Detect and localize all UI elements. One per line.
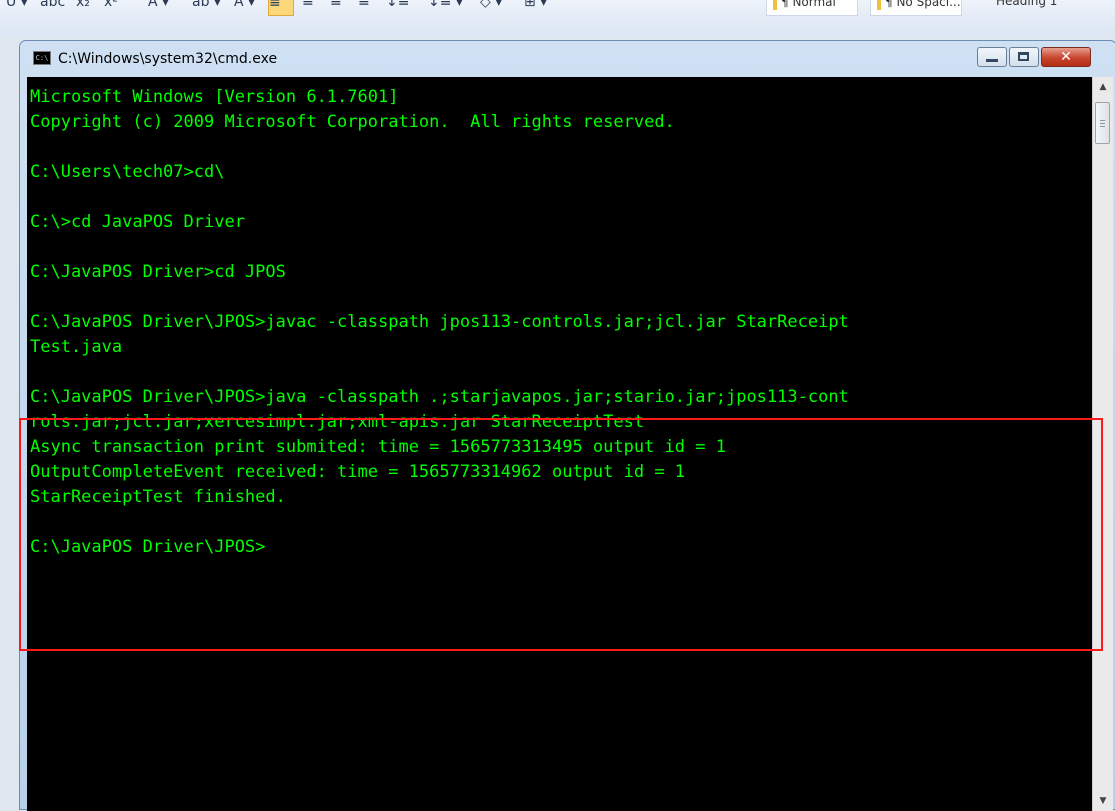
maximize-button[interactable] xyxy=(1009,47,1039,67)
style-heading1-label: Heading 1 xyxy=(996,0,1058,8)
align-right-icon: ≡ xyxy=(330,0,342,10)
vertical-scrollbar[interactable]: ▲ ▼ xyxy=(1092,77,1113,811)
console-output: Microsoft Windows [Version 6.1.7601] Copy… xyxy=(30,85,1088,560)
console-line: OutputCompleteEvent received: time = 156… xyxy=(30,462,686,482)
align-left-icon: ≡ xyxy=(268,0,294,16)
close-icon: ✕ xyxy=(1060,49,1072,65)
highlight-color-icon: ab ▾ xyxy=(192,0,221,10)
scroll-down-arrow-icon[interactable]: ▼ xyxy=(1093,791,1113,811)
console-line: Async transaction print submited: time =… xyxy=(30,437,726,457)
superscript-icon: x² xyxy=(104,0,118,10)
style-heading1: Heading 1 xyxy=(990,0,1082,16)
line-spacing-icon: ↕≡ xyxy=(386,0,410,10)
paragraph-spacing-icon: ↕≡ ▾ xyxy=(428,0,463,10)
console-line: C:\Users\tech07>cd\ xyxy=(30,162,225,182)
subscript-icon: x₂ xyxy=(76,0,90,10)
console-line: Copyright (c) 2009 Microsoft Corporation… xyxy=(30,112,675,132)
align-center-icon: ≡ xyxy=(302,0,314,10)
style-no-spacing: ¶ No Spaci... xyxy=(870,0,962,16)
minimize-icon xyxy=(986,59,998,62)
console-line: Microsoft Windows [Version 6.1.7601] xyxy=(30,87,399,107)
console-line: C:\JavaPOS Driver\JPOS>javac -classpath … xyxy=(30,312,849,332)
console-line: Test.java xyxy=(30,337,123,357)
console-line: C:\JavaPOS Driver>cd JPOS xyxy=(30,262,286,282)
console-line: StarReceiptTest finished. xyxy=(30,487,286,507)
text-effects-icon: A ▾ xyxy=(148,0,170,10)
shading-icon: ◇ ▾ xyxy=(480,0,503,10)
scrollbar-thumb[interactable] xyxy=(1095,102,1110,144)
cmd-app-icon-text: C:\ xyxy=(35,54,49,62)
window-title: C:\Windows\system32\cmd.exe xyxy=(58,51,278,67)
strikethrough-icon: abc xyxy=(40,0,66,10)
console-area[interactable]: Microsoft Windows [Version 6.1.7601] Copy… xyxy=(27,77,1092,811)
thumb-grip-line xyxy=(1100,120,1105,121)
cmd-window: C:\ C:\Windows\system32\cmd.exe ✕ Micros… xyxy=(19,40,1115,811)
minimize-button[interactable] xyxy=(977,47,1007,67)
maximize-icon xyxy=(1018,52,1029,61)
console-line: rols.jar;jcl.jar;xercesimpl.jar;xml-apis… xyxy=(30,412,645,432)
underline-icon: U ▾ xyxy=(6,0,28,10)
title-bar[interactable]: C:\ C:\Windows\system32\cmd.exe ✕ xyxy=(20,41,1115,77)
style-normal-label: ¶ Normal xyxy=(781,0,836,9)
console-line: C:\>cd JavaPOS Driver xyxy=(30,212,245,232)
style-no-spacing-label: ¶ No Spaci... xyxy=(885,0,961,9)
console-line: C:\JavaPOS Driver\JPOS> xyxy=(30,537,266,557)
borders-icon: ⊞ ▾ xyxy=(524,0,548,10)
word-ribbon-background: U ▾ abc x₂ x² A ▾ ab ▾ A ▾ ≡ ≡ ≡ ≡ ↕≡ ↕≡… xyxy=(0,0,1115,34)
font-color-icon: A ▾ xyxy=(234,0,256,10)
scroll-up-arrow-icon[interactable]: ▲ xyxy=(1093,77,1113,97)
close-button[interactable]: ✕ xyxy=(1041,47,1091,67)
style-normal: ¶ Normal xyxy=(766,0,858,16)
cmd-app-icon[interactable]: C:\ xyxy=(33,51,51,65)
thumb-grip-line xyxy=(1100,123,1105,124)
justify-icon: ≡ xyxy=(358,0,370,10)
console-line: C:\JavaPOS Driver\JPOS>java -classpath .… xyxy=(30,387,849,407)
thumb-grip-line xyxy=(1100,126,1105,127)
